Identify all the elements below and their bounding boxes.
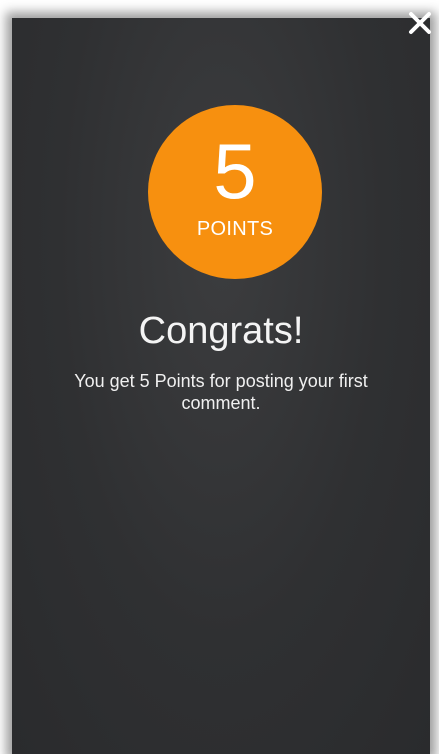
- close-icon: [409, 12, 431, 34]
- congrats-title: Congrats!: [138, 310, 304, 352]
- points-badge: 5 POINTS: [148, 105, 322, 279]
- reward-screen: 5 POINTS Congrats! You get 5 Points for …: [0, 0, 439, 754]
- points-unit-label: POINTS: [196, 218, 274, 240]
- reward-message: You get 5 Points for posting your first …: [74, 371, 368, 413]
- points-number: 5: [213, 127, 257, 215]
- close-button[interactable]: [405, 8, 435, 38]
